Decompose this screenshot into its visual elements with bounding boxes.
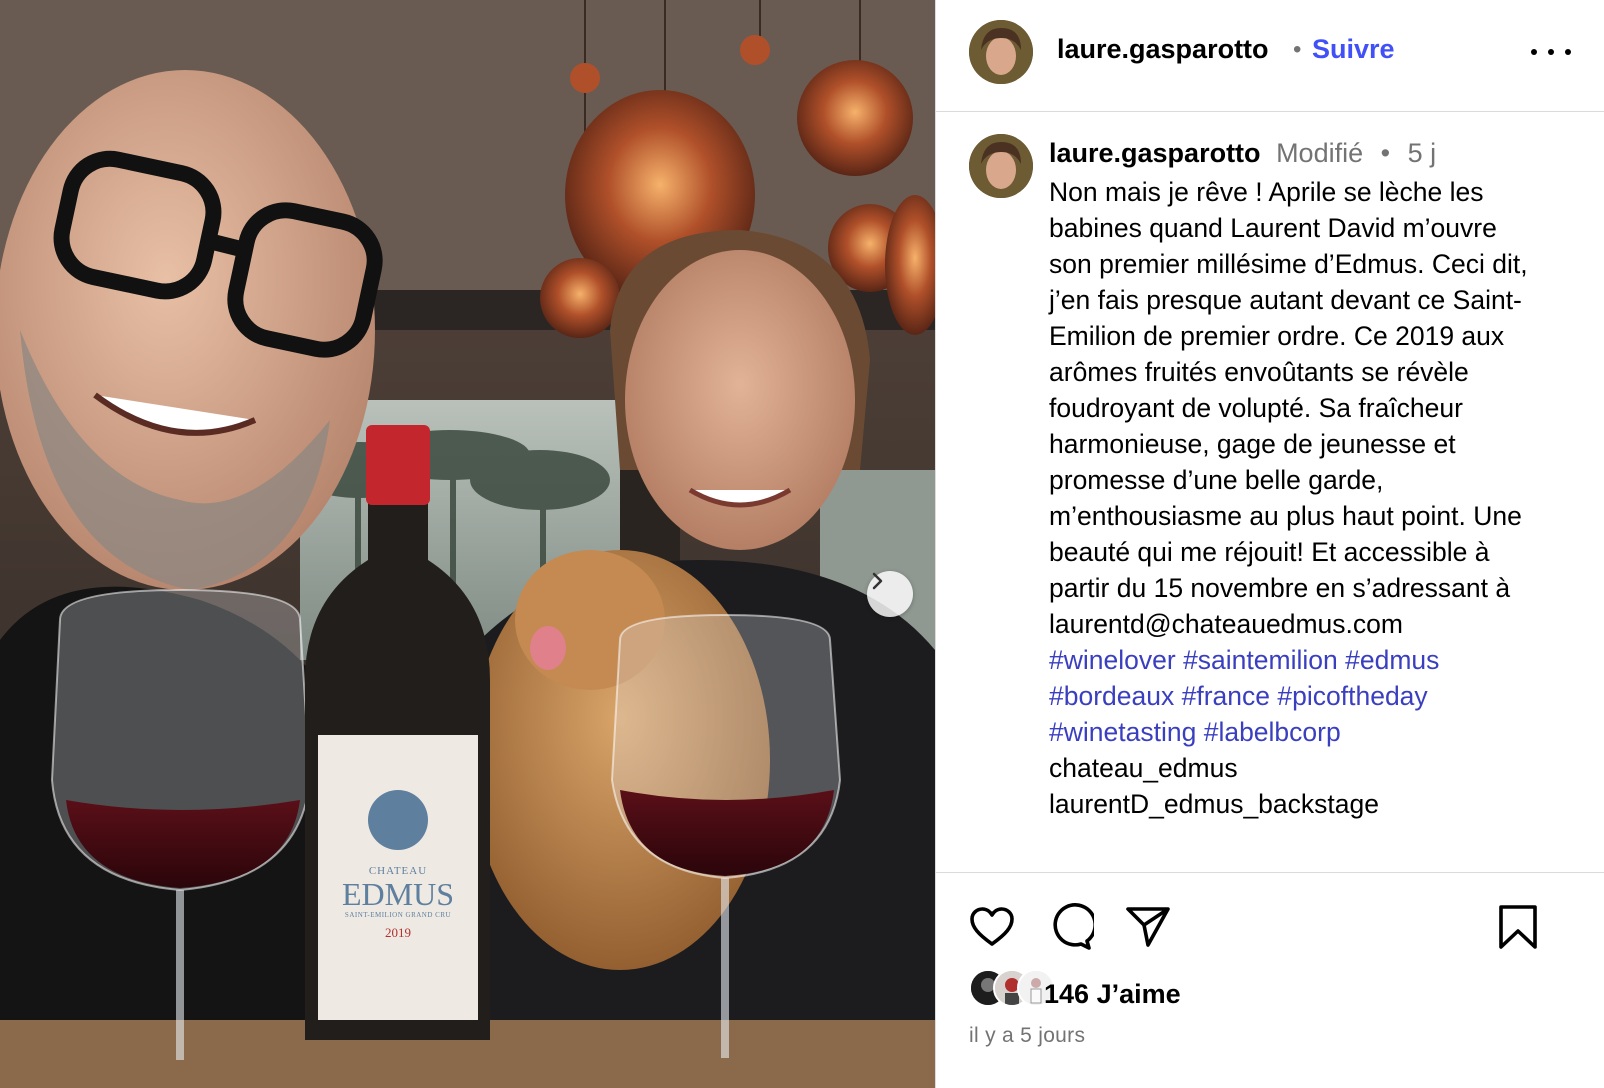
comment-button[interactable]: [1046, 903, 1097, 956]
post-photo[interactable]: CHATEAU EDMUS SAINT-EMILION GRAND CRU 20…: [0, 0, 935, 1088]
edited-label: Modifié: [1276, 138, 1364, 168]
bottle-label-vintage: 2019: [385, 925, 411, 940]
post-actions: 146 J’aime il y a 5 jours: [936, 872, 1604, 1088]
caption-time: 5 j: [1407, 138, 1437, 168]
post-time-ago: il y a 5 jours: [969, 1024, 1086, 1047]
bookmark-icon: [1499, 905, 1537, 949]
caption-line: partir du 15 novembre en s’adressant à: [1049, 573, 1511, 603]
caption-line: Emilion de premier ordre. Ce 2019 aux: [1049, 321, 1505, 351]
share-button[interactable]: [1124, 903, 1172, 956]
chevron-right-icon: [872, 572, 883, 590]
caption-line: arômes fruités envoûtants se révèle: [1049, 357, 1469, 387]
caption-line: laurentd@chateauedmus.com: [1049, 609, 1403, 639]
caption-line: harmonieuse, gage de jeunesse et: [1049, 429, 1456, 459]
bottle-label-appellation: SAINT-EMILION GRAND CRU: [344, 911, 452, 919]
next-photo-button[interactable]: [867, 571, 913, 617]
bottle-label: CHATEAU EDMUS SAINT-EMILION GRAND CRU 20…: [318, 865, 478, 941]
caption-separator: •: [1380, 138, 1391, 168]
caption-author-avatar[interactable]: [969, 134, 1033, 198]
follow-button[interactable]: Suivre: [1312, 34, 1395, 65]
heart-icon: [970, 907, 1014, 946]
caption-line: foudroyant de volupté. Sa fraîcheur: [1049, 393, 1463, 423]
post-side-panel: laure.gasparotto • Suivre laure.gasparot…: [935, 0, 1604, 1088]
likes-count[interactable]: 146 J’aime: [1044, 979, 1181, 1010]
more-options-icon[interactable]: [1531, 40, 1571, 64]
bottle-label-edmus: EDMUS: [341, 876, 454, 912]
author-username[interactable]: laure.gasparotto: [1057, 34, 1269, 65]
caption-line: j’en fais presque autant devant ce Saint…: [1049, 285, 1522, 315]
header-separator: •: [1293, 36, 1302, 63]
hashtag-picoftheday[interactable]: #picoftheday: [1277, 681, 1427, 711]
post-header: laure.gasparotto • Suivre: [936, 0, 1604, 112]
hashtag-edmus[interactable]: #edmus: [1345, 645, 1439, 675]
caption-header: laure.gasparotto Modifié • 5 j: [1049, 138, 1436, 169]
likes-label: J’aime: [1096, 979, 1181, 1009]
share-icon: [1126, 907, 1170, 947]
hashtag-line: #winetasting #labelbcorp: [1049, 714, 1579, 750]
hashtag-line: #bordeaux #france #picoftheday: [1049, 678, 1579, 714]
hashtag-bordeaux[interactable]: #bordeaux: [1049, 681, 1174, 711]
hashtag-line: #winelover #saintemilion #edmus: [1049, 642, 1579, 678]
caption-line: promesse d’une belle garde,: [1049, 465, 1384, 495]
caption-line: beauté qui me réjouit! Et accessible à: [1049, 537, 1490, 567]
mention-laurentd-edmus-backstage[interactable]: laurentD_edmus_backstage: [1049, 786, 1579, 822]
hashtag-saintemilion[interactable]: #saintemilion: [1183, 645, 1338, 675]
caption-line: son premier millésime d’Edmus. Ceci dit,: [1049, 249, 1528, 279]
mention-chateau-edmus[interactable]: chateau_edmus: [1049, 750, 1579, 786]
like-button[interactable]: [968, 903, 1016, 956]
caption-line: Non mais je rêve ! Aprile se lèche les: [1049, 177, 1484, 207]
likes-number: 146: [1044, 979, 1090, 1009]
author-avatar[interactable]: [969, 20, 1033, 84]
hashtag-winelover[interactable]: #winelover: [1049, 645, 1176, 675]
caption-area: laure.gasparotto Modifié • 5 j Non mais …: [936, 112, 1604, 872]
caption-line: m’enthousiasme au plus haut point. Une: [1049, 501, 1522, 531]
save-button[interactable]: [1496, 903, 1540, 956]
hashtag-labelbcorp[interactable]: #labelbcorp: [1204, 717, 1341, 747]
caption-line: babines quand Laurent David m’ouvre: [1049, 213, 1497, 243]
caption-text: Non mais je rêve ! Aprile se lèche les b…: [1049, 174, 1579, 822]
hashtag-france[interactable]: #france: [1182, 681, 1270, 711]
comment-icon: [1053, 903, 1097, 950]
caption-username[interactable]: laure.gasparotto: [1049, 138, 1261, 168]
hashtag-winetasting[interactable]: #winetasting: [1049, 717, 1196, 747]
